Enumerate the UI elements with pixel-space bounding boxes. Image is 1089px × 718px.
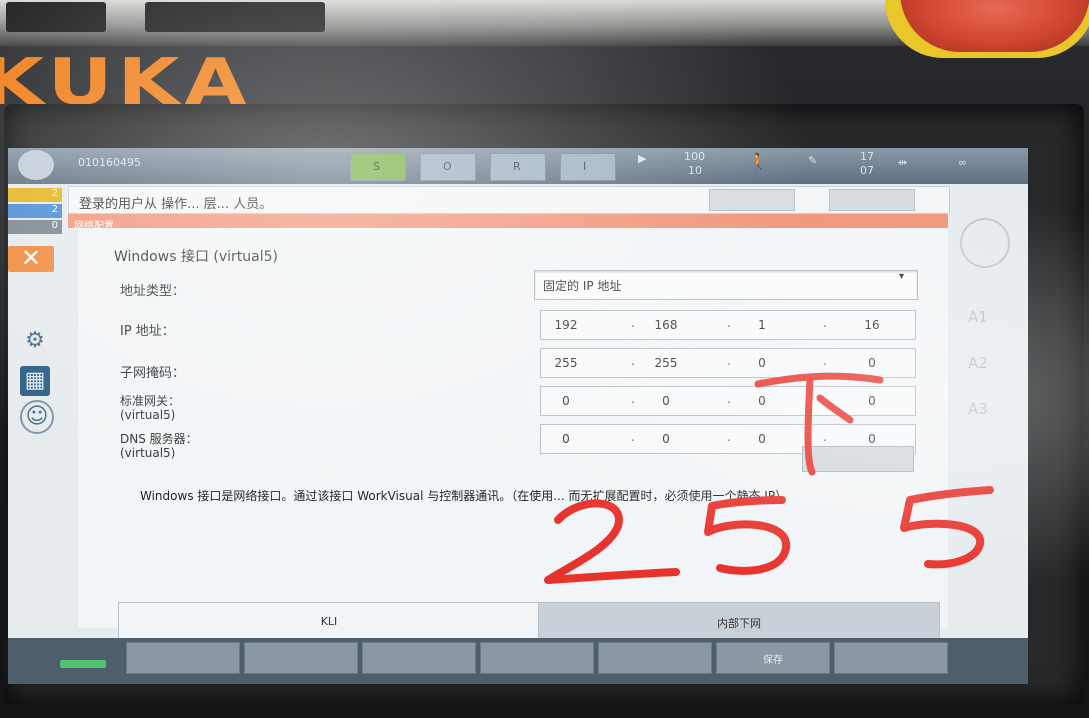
handwritten-annotation [544, 372, 994, 584]
handwritten-arrow-icon [754, 372, 884, 476]
handwritten-255-icon [544, 486, 994, 584]
